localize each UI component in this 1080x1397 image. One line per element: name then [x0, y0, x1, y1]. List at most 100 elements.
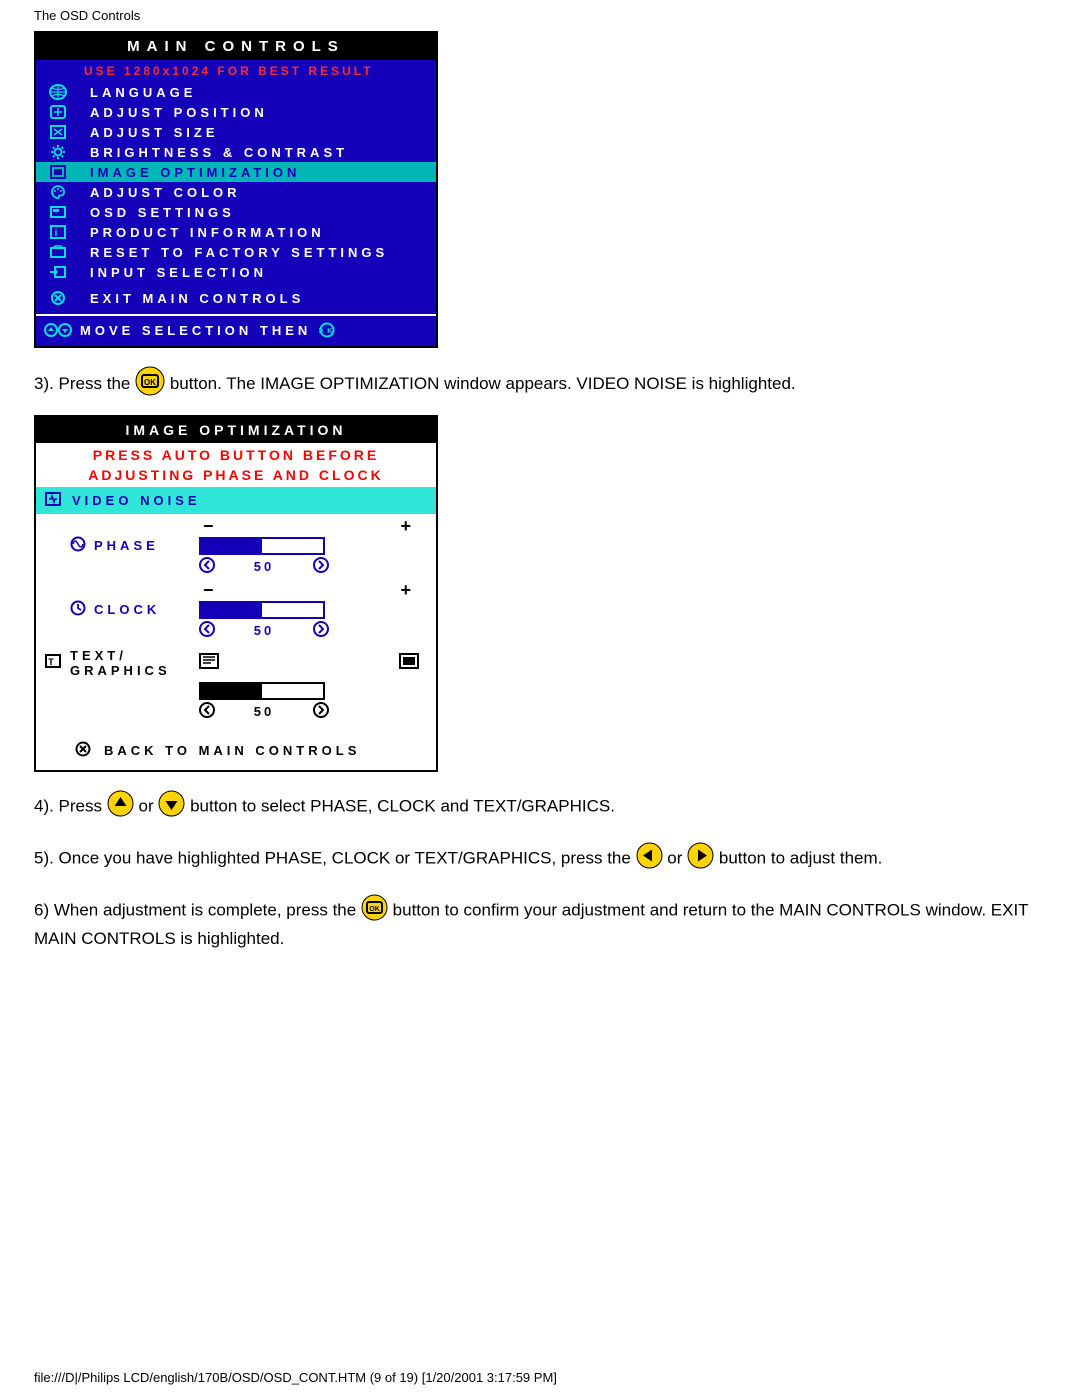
ok-button-icon: OK: [361, 894, 388, 928]
menu-item-reset-factory[interactable]: RESET TO FACTORY SETTINGS: [36, 242, 436, 262]
back-label: BACK TO MAIN CONTROLS: [104, 743, 360, 758]
menu-item-adjust-size[interactable]: ADJUST SIZE: [36, 122, 436, 142]
ok-circle-icon: OK: [319, 322, 335, 338]
svg-text:i: i: [55, 228, 62, 239]
text-mode-icon[interactable]: [199, 653, 219, 672]
osd-settings-icon: [44, 204, 72, 220]
minus-icon: −: [203, 580, 218, 601]
menu-item-input-selection[interactable]: INPUT SELECTION: [36, 262, 436, 282]
step-text: button to adjust them.: [719, 848, 883, 867]
menu-label: INPUT SELECTION: [72, 265, 267, 280]
step-3: 3). Press the OK button. The IMAGE OPTIM…: [34, 366, 1046, 403]
svg-text:T: T: [48, 657, 58, 667]
position-icon: [44, 104, 72, 120]
menu-label: OSD SETTINGS: [72, 205, 235, 220]
osd-image-optimization: IMAGE OPTIMIZATION PRESS AUTO BUTTON BEF…: [34, 415, 438, 772]
slider-value: 50: [254, 559, 274, 574]
text-graphics-icon: T: [44, 653, 62, 672]
left-arrow-icon[interactable]: [199, 557, 215, 576]
menu-label: EXIT MAIN CONTROLS: [72, 291, 304, 306]
opt-label: PHASE: [94, 538, 159, 553]
up-down-icon: [44, 322, 72, 338]
page-header: The OSD Controls: [0, 0, 1080, 31]
phase-icon: [70, 536, 86, 555]
right-arrow-icon[interactable]: [313, 621, 329, 640]
osd-main-warning: USE 1280x1024 FOR BEST RESULT: [36, 60, 436, 82]
menu-item-adjust-color[interactable]: ADJUST COLOR: [36, 182, 436, 202]
opt-label: VIDEO NOISE: [72, 493, 201, 508]
back-icon: [74, 741, 92, 760]
opt-back-to-main[interactable]: BACK TO MAIN CONTROLS: [36, 731, 436, 770]
ok-button-icon: OK: [135, 366, 165, 403]
menu-item-adjust-position[interactable]: ADJUST POSITION: [36, 102, 436, 122]
page-footer-path: file:///D|/Philips LCD/english/170B/OSD/…: [34, 1370, 557, 1385]
left-arrow-icon[interactable]: [199, 702, 215, 721]
globe-icon: [44, 84, 72, 100]
step-text: button to select PHASE, CLOCK and TEXT/G…: [190, 796, 615, 815]
menu-label: LANGUAGE: [72, 85, 196, 100]
info-icon: i: [44, 224, 72, 240]
menu-label: ADJUST POSITION: [72, 105, 268, 120]
step-text: 5). Once you have highlighted PHASE, CLO…: [34, 848, 636, 867]
right-button-icon: [687, 842, 714, 876]
svg-text:OK: OK: [144, 378, 156, 387]
step-text: 4). Press: [34, 796, 102, 815]
plus-icon: +: [400, 580, 415, 601]
opt-item-phase[interactable]: PHASE −+ 50: [36, 514, 436, 578]
menu-item-language[interactable]: LANGUAGE: [36, 82, 436, 102]
down-button-icon: [158, 790, 185, 824]
slider-bar: [199, 682, 325, 700]
menu-label: PRODUCT INFORMATION: [72, 225, 325, 240]
menu-item-exit[interactable]: EXIT MAIN CONTROLS: [36, 288, 436, 308]
graphics-mode-icon[interactable]: [399, 653, 419, 672]
osd-main-controls: MAIN CONTROLS USE 1280x1024 FOR BEST RES…: [34, 31, 438, 348]
step-4: 4). Press or button to select PHASE, CLO…: [34, 790, 1046, 824]
menu-item-brightness-contrast[interactable]: BRIGHTNESS & CONTRAST: [36, 142, 436, 162]
exit-icon: [44, 290, 72, 306]
text-graphics-slider-row: 50: [36, 680, 436, 723]
svg-text:OK: OK: [369, 906, 380, 913]
clock-icon: [70, 600, 86, 619]
svg-text:OK: OK: [319, 328, 335, 335]
opt-item-text-graphics[interactable]: T TEXT/ GRAPHICS: [36, 642, 436, 680]
step-text: or: [139, 796, 159, 815]
step-6: 6) When adjustment is complete, press th…: [34, 894, 1046, 951]
menu-item-product-information[interactable]: i PRODUCT INFORMATION: [36, 222, 436, 242]
clock-slider[interactable]: − + 50: [199, 580, 419, 640]
slider-value: 50: [254, 623, 274, 638]
brightness-icon: [44, 144, 72, 160]
menu-label: ADJUST COLOR: [72, 185, 241, 200]
opt-item-video-noise[interactable]: VIDEO NOISE: [36, 487, 436, 514]
minus-icon: −: [203, 516, 218, 537]
size-icon: [44, 124, 72, 140]
opt-item-clock[interactable]: CLOCK − + 50: [36, 578, 436, 642]
osd-opt-title: IMAGE OPTIMIZATION: [36, 417, 436, 443]
left-arrow-icon[interactable]: [199, 621, 215, 640]
reset-icon: [44, 244, 72, 260]
menu-label: ADJUST SIZE: [72, 125, 219, 140]
osd-main-hint: MOVE SELECTION THEN OK: [36, 316, 436, 346]
step-text: 6) When adjustment is complete, press th…: [34, 900, 361, 919]
right-arrow-icon[interactable]: [313, 702, 329, 721]
text-graphics-slider[interactable]: 50: [199, 682, 419, 721]
step-5: 5). Once you have highlighted PHASE, CLO…: [34, 842, 1046, 876]
color-icon: [44, 184, 72, 200]
osd-main-title: MAIN CONTROLS: [36, 33, 436, 60]
menu-label: RESET TO FACTORY SETTINGS: [72, 245, 388, 260]
step-text: button. The IMAGE OPTIMIZATION window ap…: [170, 374, 796, 393]
slider-bar: [199, 601, 325, 619]
image-opt-icon: [44, 164, 72, 180]
osd-opt-warn1: PRESS AUTO BUTTON BEFORE: [36, 443, 436, 463]
menu-item-image-optimization[interactable]: IMAGE OPTIMIZATION: [36, 162, 436, 182]
menu-item-osd-settings[interactable]: OSD SETTINGS: [36, 202, 436, 222]
phase-slider[interactable]: −+ 50: [199, 516, 419, 576]
slider-value: 50: [254, 704, 274, 719]
osd-opt-warn2: ADJUSTING PHASE AND CLOCK: [36, 463, 436, 487]
hint-text: MOVE SELECTION THEN: [80, 323, 311, 338]
menu-label: BRIGHTNESS & CONTRAST: [72, 145, 348, 160]
up-button-icon: [107, 790, 134, 824]
opt-label: TEXT/ GRAPHICS: [70, 648, 199, 678]
slider-bar: [199, 537, 325, 555]
right-arrow-icon[interactable]: [313, 557, 329, 576]
opt-label: CLOCK: [94, 602, 160, 617]
